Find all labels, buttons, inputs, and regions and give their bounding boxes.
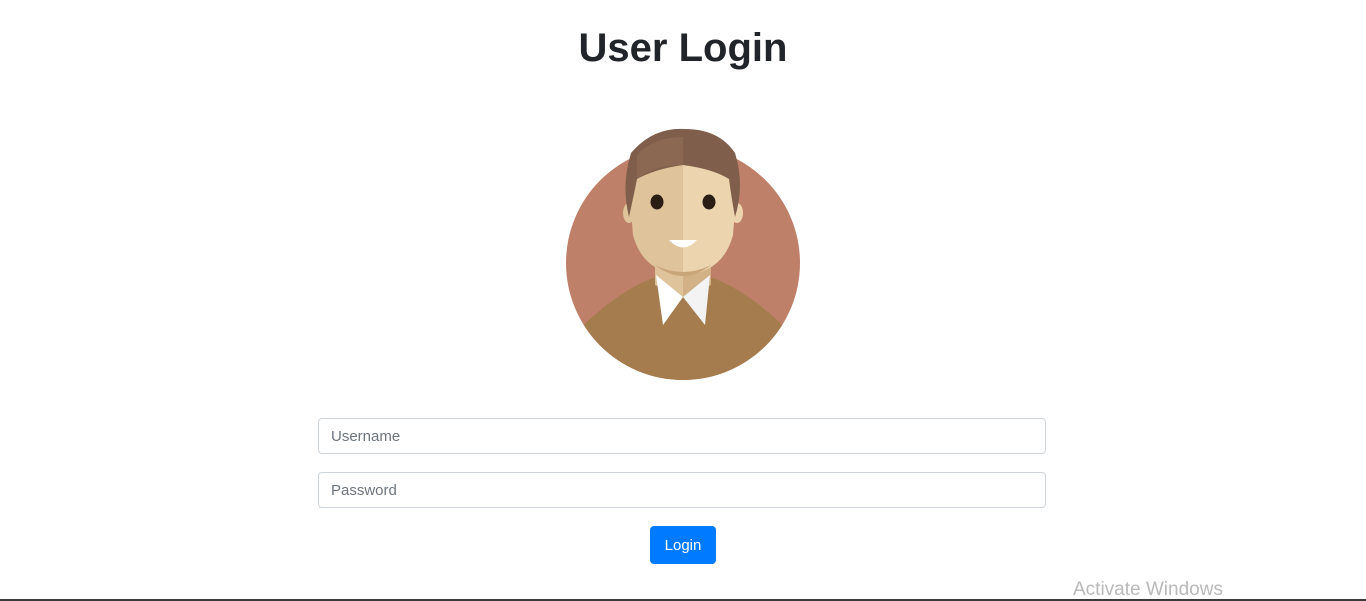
username-input[interactable] — [318, 418, 1046, 454]
page-title: User Login — [578, 26, 788, 70]
activate-windows-watermark: Activate Windows — [1073, 579, 1223, 600]
login-page: User Login Username Login Activate Windo… — [0, 0, 1366, 601]
user-avatar-icon — [566, 128, 800, 380]
password-input[interactable] — [318, 472, 1046, 508]
login-button[interactable]: Login — [650, 526, 716, 564]
